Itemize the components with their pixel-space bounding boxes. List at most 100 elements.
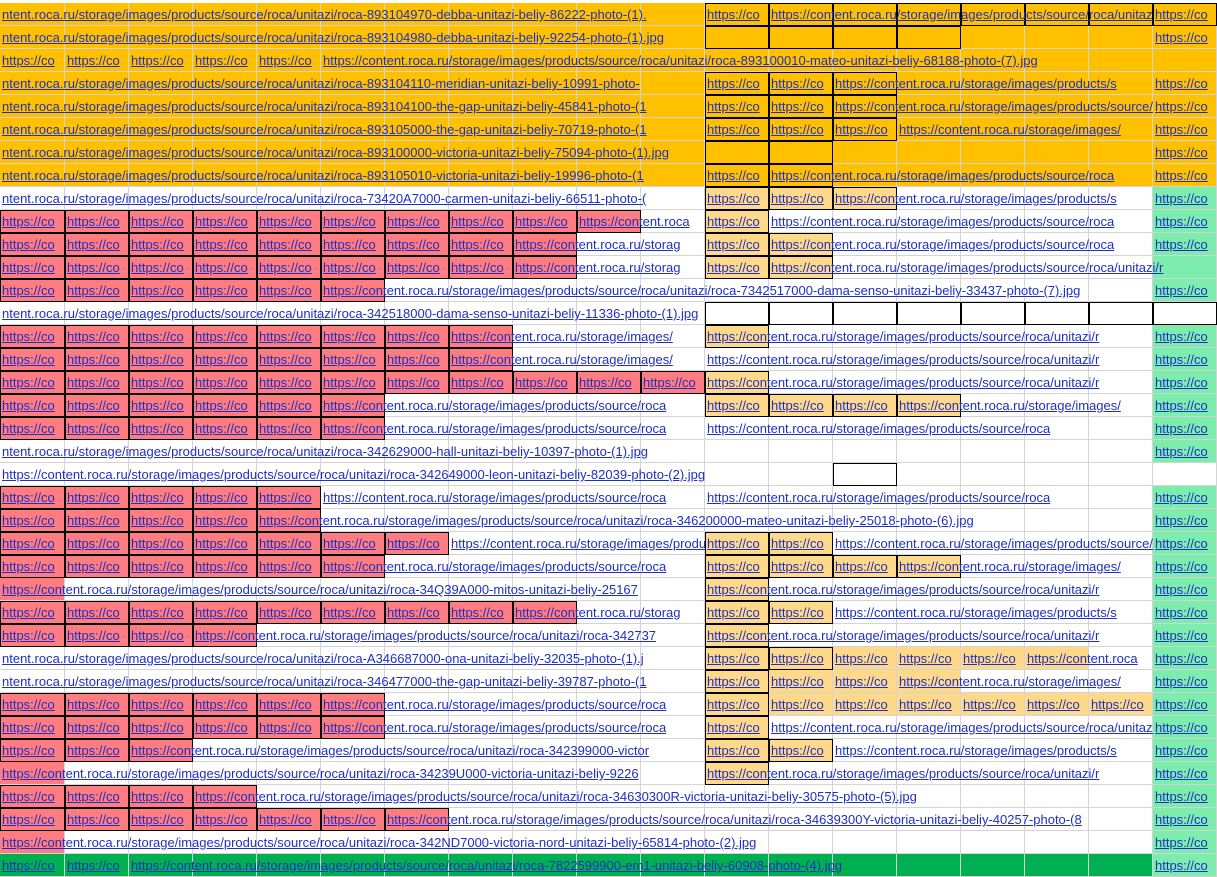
hyperlink[interactable]: ntent.roca.ru/storage/images/products/so… [0, 164, 705, 187]
hyperlink[interactable]: https://content.roca.ru/storage/images/p… [321, 693, 705, 716]
hyperlink[interactable]: https://content.roca.ru/storage/images/p… [321, 417, 705, 440]
cell[interactable] [1089, 302, 1153, 325]
hyperlink[interactable]: https://co [897, 693, 961, 716]
hyperlink[interactable]: https://co [705, 647, 769, 670]
cell[interactable] [769, 440, 833, 463]
hyperlink[interactable]: https://co [65, 49, 129, 72]
hyperlink[interactable]: https://co [257, 693, 321, 716]
hyperlink[interactable]: https://co [257, 279, 321, 302]
hyperlink[interactable]: https://co [769, 118, 833, 141]
hyperlink[interactable]: https://content.roca.ru/storage/images/p… [833, 95, 1153, 118]
cell[interactable] [897, 302, 961, 325]
hyperlink[interactable]: https://co [129, 532, 193, 555]
hyperlink[interactable]: https://co [129, 555, 193, 578]
hyperlink[interactable]: https://co [1153, 555, 1217, 578]
cell[interactable] [1089, 26, 1153, 49]
hyperlink[interactable]: https://content.roca.ru/storage/images/p… [705, 371, 1153, 394]
cell[interactable] [833, 463, 897, 486]
hyperlink[interactable]: https://co [897, 647, 961, 670]
hyperlink[interactable]: https://co [129, 325, 193, 348]
hyperlink[interactable]: https://co [0, 417, 65, 440]
hyperlink[interactable]: https://co [1153, 26, 1217, 49]
hyperlink[interactable]: https://content.roca.ru/storage/images/p… [705, 325, 1153, 348]
cell[interactable] [769, 26, 833, 49]
hyperlink[interactable]: https://content.roca.ru/storage/images/p… [257, 509, 1153, 532]
hyperlink[interactable]: https://co [1153, 348, 1217, 371]
hyperlink[interactable]: https://co [129, 808, 193, 831]
cell[interactable] [833, 302, 897, 325]
hyperlink[interactable]: https://content.roca.ru/storage/images/p… [705, 762, 1153, 785]
hyperlink[interactable]: https://co [65, 210, 129, 233]
hyperlink[interactable]: https://co [1153, 325, 1217, 348]
hyperlink[interactable]: https://co [1153, 141, 1217, 164]
hyperlink[interactable]: https://co [257, 394, 321, 417]
hyperlink[interactable]: https://co [321, 601, 385, 624]
hyperlink[interactable]: https://content.roca.ru/storage/images/p… [705, 417, 1153, 440]
hyperlink[interactable]: https://content.roca.ru/storag [513, 233, 705, 256]
cell[interactable] [705, 302, 769, 325]
hyperlink[interactable]: https://co [1153, 831, 1217, 854]
hyperlink[interactable]: https://content.roca.ru/storage/images/p… [0, 463, 833, 486]
hyperlink[interactable]: https://co [1153, 95, 1217, 118]
hyperlink[interactable]: https://co [0, 256, 65, 279]
hyperlink[interactable]: https://co [65, 532, 129, 555]
cell[interactable] [705, 440, 769, 463]
hyperlink[interactable]: https://co [1153, 486, 1217, 509]
hyperlink[interactable]: https://co [705, 233, 769, 256]
hyperlink[interactable]: https://co [0, 279, 65, 302]
hyperlink[interactable]: https://content.roca.ru/storage/images/p… [705, 578, 1153, 601]
hyperlink[interactable]: ntent.roca.ru/storage/images/products/so… [0, 118, 705, 141]
cell[interactable] [1153, 302, 1217, 325]
cell[interactable] [897, 463, 961, 486]
hyperlink[interactable]: https://co [1153, 118, 1217, 141]
hyperlink[interactable]: https://co [1153, 187, 1217, 210]
hyperlink[interactable]: https://co [769, 532, 833, 555]
hyperlink[interactable]: https://co [0, 210, 65, 233]
hyperlink[interactable]: https://co [193, 532, 257, 555]
hyperlink[interactable]: https://co [321, 325, 385, 348]
hyperlink[interactable]: https://co [577, 371, 641, 394]
hyperlink[interactable]: https://co [129, 486, 193, 509]
hyperlink[interactable]: ntent.roca.ru/storage/images/products/so… [0, 187, 705, 210]
hyperlink[interactable]: https://co [257, 371, 321, 394]
hyperlink[interactable]: https://content.roca.ru/storage/images/ [897, 118, 1153, 141]
hyperlink[interactable]: ntent.roca.ru/storage/images/products/so… [0, 302, 705, 325]
hyperlink[interactable]: https://co [385, 371, 449, 394]
hyperlink[interactable]: https://co [129, 49, 193, 72]
cell[interactable] [769, 302, 833, 325]
hyperlink[interactable]: https://co [1153, 532, 1217, 555]
hyperlink[interactable]: https://co [193, 256, 257, 279]
hyperlink[interactable]: https://co [65, 854, 129, 877]
hyperlink[interactable]: https://co [385, 348, 449, 371]
hyperlink[interactable]: https://content.roca.ru/storage/images/p… [769, 164, 1153, 187]
hyperlink[interactable]: https://co [0, 601, 65, 624]
hyperlink[interactable]: https://co [0, 555, 65, 578]
hyperlink[interactable]: https://co [1153, 670, 1217, 693]
hyperlink[interactable]: https://co [1153, 647, 1217, 670]
hyperlink[interactable]: https://co [0, 739, 65, 762]
hyperlink[interactable]: https://co [65, 279, 129, 302]
hyperlink[interactable]: https://co [833, 647, 897, 670]
hyperlink[interactable]: https://co [65, 371, 129, 394]
hyperlink[interactable]: https://co [257, 486, 321, 509]
hyperlink[interactable]: https://co [129, 394, 193, 417]
hyperlink[interactable]: https://content.roca.ru/storage/images/p… [705, 348, 1153, 371]
hyperlink[interactable]: https://co [513, 210, 577, 233]
hyperlink[interactable]: https://co [833, 394, 897, 417]
hyperlink[interactable]: https://content.roca.ru/storage/images/p… [321, 394, 705, 417]
hyperlink[interactable]: https://content.roca.ru/storage/images/ [897, 394, 1153, 417]
cell[interactable] [961, 463, 1025, 486]
hyperlink[interactable]: https://co [1153, 601, 1217, 624]
hyperlink[interactable]: https://co [705, 72, 769, 95]
hyperlink[interactable]: https://co [705, 187, 769, 210]
hyperlink[interactable]: https://co [769, 647, 833, 670]
cell[interactable] [705, 26, 769, 49]
hyperlink[interactable]: https://co [0, 509, 65, 532]
hyperlink[interactable]: https://co [65, 325, 129, 348]
hyperlink[interactable]: https://content.roca [577, 210, 705, 233]
hyperlink[interactable]: https://co [129, 279, 193, 302]
hyperlink[interactable]: https://co [1153, 72, 1217, 95]
hyperlink[interactable]: https://co [129, 624, 193, 647]
hyperlink[interactable]: https://co [0, 693, 65, 716]
hyperlink[interactable]: https://co [449, 210, 513, 233]
